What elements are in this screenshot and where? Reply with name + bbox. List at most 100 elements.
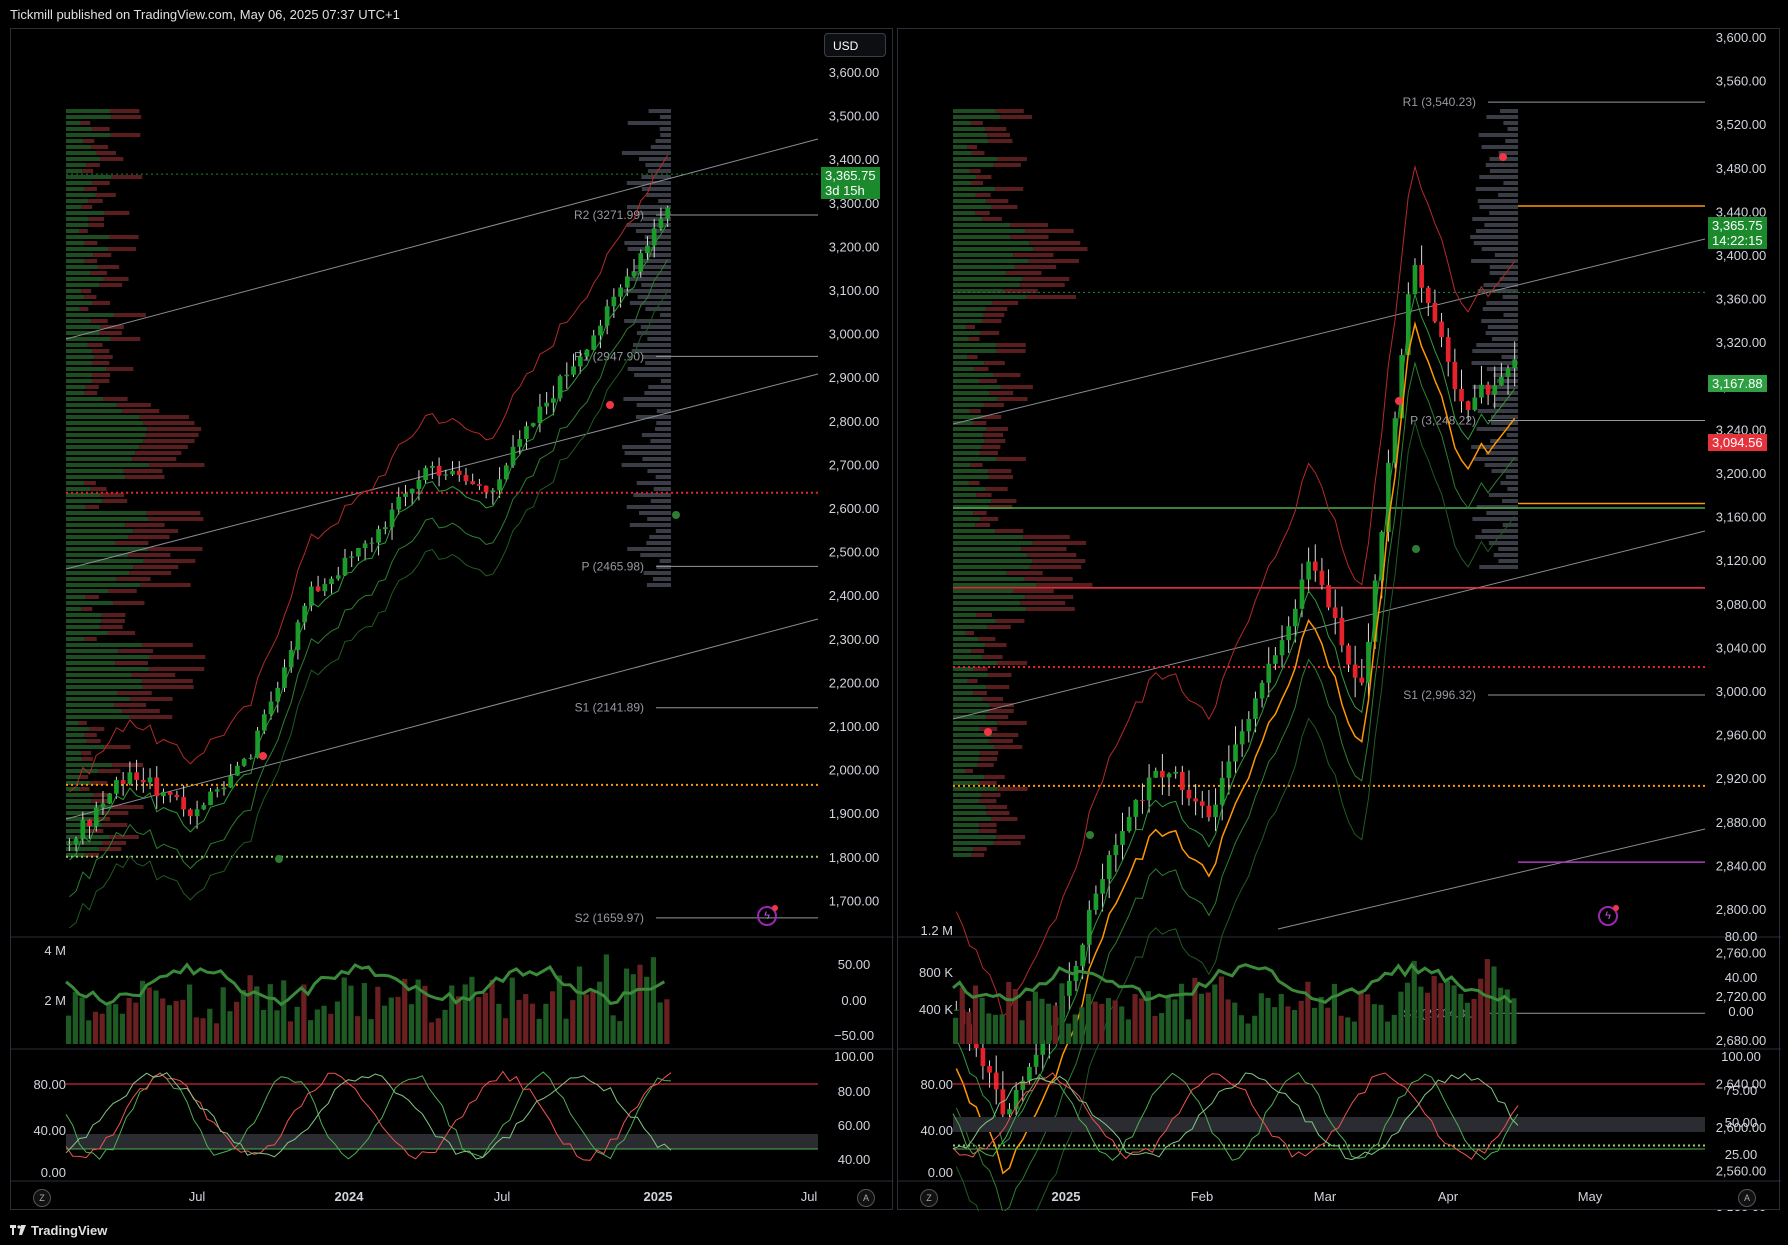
lightning-icon[interactable]: ϟ <box>757 905 778 926</box>
volume-profile-bar <box>953 499 992 503</box>
volume-profile-bar <box>953 295 1027 299</box>
chart-canvas-right[interactable]: 3,600.003,560.003,520.003,480.003,440.00… <box>898 29 1781 1211</box>
candle-body <box>1027 1066 1032 1081</box>
volume-bar <box>617 1021 623 1044</box>
volume-profile-bar <box>953 157 998 161</box>
volume-profile-bar <box>953 319 983 323</box>
volume-profile-bar <box>1029 241 1081 245</box>
session-profile-bar <box>659 127 671 131</box>
candle-body <box>403 493 408 497</box>
volume-profile-bar <box>953 829 980 833</box>
volume-profile-bar <box>66 601 114 605</box>
candle-body <box>463 474 469 482</box>
price-axis-label: 3,400.00 <box>829 152 880 167</box>
volume-profile-bar <box>953 241 1030 245</box>
volume-bar <box>979 997 985 1044</box>
volume-profile-bar <box>953 259 1029 263</box>
candle-body <box>1273 655 1278 664</box>
signal-dot <box>1086 831 1094 839</box>
candle-body <box>248 757 254 759</box>
volume-bar <box>1311 1007 1318 1044</box>
candle-body <box>1425 287 1431 303</box>
volume-profile-bar <box>982 217 1002 221</box>
candle-body <box>1193 798 1198 802</box>
time-axis-label: Apr <box>1438 1189 1459 1204</box>
volume-profile-bar <box>953 373 994 377</box>
candle-body <box>1020 1080 1026 1091</box>
candle-body <box>651 228 657 246</box>
candle-body <box>456 470 462 475</box>
volume-profile-bar <box>79 229 88 233</box>
zoom-button[interactable]: Z <box>920 1189 938 1207</box>
volume-profile-bar <box>985 487 1008 491</box>
chart-canvas-left[interactable]: 3,600.003,500.003,400.003,300.003,200.00… <box>11 29 894 1211</box>
volume-profile-bar <box>953 571 1007 575</box>
price-axis-label: 2,720.00 <box>1716 989 1767 1004</box>
volume-bar <box>227 1011 233 1044</box>
session-profile-bar <box>627 367 671 371</box>
price-axis-label: 3,080.00 <box>1716 597 1767 612</box>
volume-profile-bar <box>987 625 1011 629</box>
volume-profile-bar <box>953 397 998 401</box>
volume-bar <box>1252 1015 1258 1044</box>
volume-profile-bar <box>91 799 108 803</box>
volume-profile-bar <box>953 517 981 521</box>
volume-profile-bar <box>953 223 1011 227</box>
volume-bar <box>328 1013 334 1044</box>
candle-body <box>369 542 375 544</box>
volume-profile-bar <box>1032 541 1087 545</box>
volume-profile-bar <box>149 655 206 659</box>
session-profile-bar <box>1490 439 1518 443</box>
volume-profile-bar <box>953 595 1026 599</box>
session-profile-bar <box>624 451 671 455</box>
chart-pane-left[interactable]: 3,600.00 3,500.00 3,400.00 3,300.00 3,200.00… <box>10 28 894 1211</box>
candle-body <box>1080 944 1085 966</box>
candle-body <box>221 787 227 790</box>
candle-body <box>530 423 536 427</box>
stoch-axis-label: 60.00 <box>838 1118 871 1133</box>
volume-profile-bar <box>66 793 94 797</box>
auto-scale-button[interactable]: A <box>857 1189 875 1207</box>
volume-profile-bar <box>66 385 86 389</box>
volume-profile-bar <box>993 373 1021 377</box>
volume-profile-bar <box>113 601 145 605</box>
session-profile-bar <box>636 331 671 335</box>
volume-bar <box>516 1000 522 1044</box>
volume-profile-bar <box>953 481 969 485</box>
candle-body <box>611 296 617 307</box>
volume-bar <box>247 975 253 1044</box>
volume-profile-bar <box>66 679 143 683</box>
session-profile-bar <box>1475 187 1518 191</box>
volume-profile-bar <box>986 685 1010 689</box>
candle-body <box>322 584 328 592</box>
volume-bar <box>1378 1004 1384 1044</box>
candle-body <box>1339 617 1345 646</box>
candle-body <box>73 838 79 845</box>
volume-bar <box>1046 1003 1052 1044</box>
volume-profile-bar <box>987 469 1012 473</box>
volume-profile-bar <box>66 121 81 125</box>
volume-bar <box>644 976 650 1044</box>
volume-profile-bar <box>953 271 1007 275</box>
volume-profile-bar <box>66 703 115 707</box>
zoom-button[interactable]: Z <box>33 1189 51 1207</box>
candle-body <box>228 775 234 788</box>
volume-profile-bar <box>66 511 147 515</box>
candle-body <box>241 758 247 766</box>
volume-profile-bar <box>953 691 974 695</box>
auto-scale-button[interactable]: A <box>1738 1189 1756 1207</box>
session-profile-bar <box>655 139 671 143</box>
session-profile-bar <box>1481 319 1518 323</box>
currency-selector[interactable]: USD <box>824 33 886 57</box>
volume-profile-bar <box>111 175 143 179</box>
session-profile-bar <box>1471 259 1518 263</box>
volume-profile-bar <box>66 631 108 635</box>
price-axis-label: 3,100.00 <box>829 283 880 298</box>
candle-body <box>302 605 307 623</box>
stoch-slow-line <box>952 1072 1519 1161</box>
volume-profile-bar <box>106 367 134 371</box>
lightning-icon[interactable]: ϟ <box>1598 905 1619 926</box>
chart-pane-right[interactable]: 3,600.00 3,560.00 3,520.00 3,480.00 3,440.00… <box>897 28 1781 1211</box>
volume-profile-bar <box>66 619 102 623</box>
candle-body <box>1326 585 1331 608</box>
